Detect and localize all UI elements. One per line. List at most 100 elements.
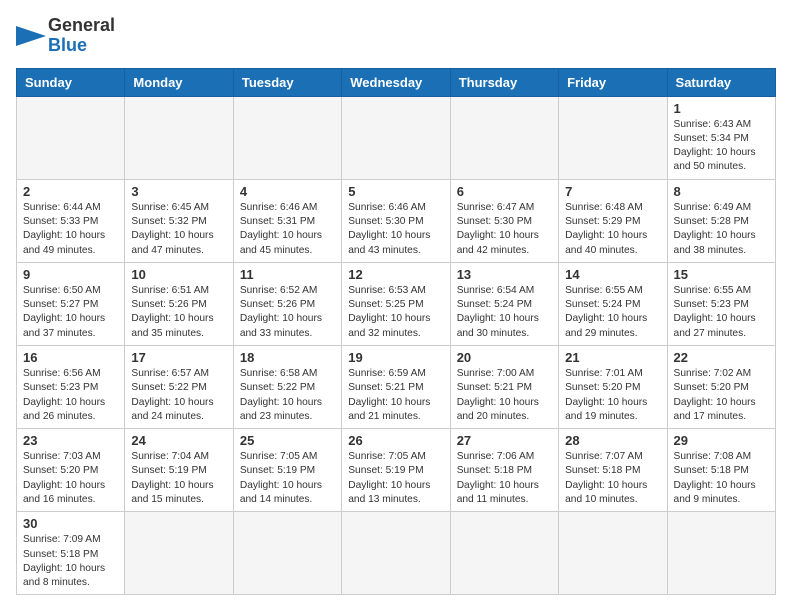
day-number: 18 <box>240 350 335 365</box>
day-info: Sunrise: 6:53 AM Sunset: 5:25 PM Dayligh… <box>348 284 443 341</box>
day-number: 29 <box>674 433 769 448</box>
week-row-2: 2Sunrise: 6:44 AM Sunset: 5:33 PM Daylig… <box>17 179 776 262</box>
day-number: 3 <box>131 184 226 199</box>
weekday-header-friday: Friday <box>559 68 667 96</box>
day-cell: 9 Sunrise: 6:50 AM Sunset: 5:27 PM Daylig… <box>17 262 125 345</box>
day-info: Sunrise: 6:43 AM Sunset: 5:34 PM Dayligh… <box>674 118 769 175</box>
day-number: 14 <box>565 267 660 282</box>
day-number: 5 <box>348 184 443 199</box>
day-info: Sunrise: 6:54 AM Sunset: 5:24 PM Dayligh… <box>457 284 552 341</box>
week-row-1: 1 Sunrise: 6:43 AM Sunset: 5:34 PM Daylig… <box>17 96 776 179</box>
day-cell: 27 Sunrise: 7:06 AM Sunset: 5:18 PM Dayli… <box>450 429 558 512</box>
day-info: Sunrise: 7:07 AM Sunset: 5:18 PM Dayligh… <box>565 450 660 507</box>
weekday-header-monday: Monday <box>125 68 233 96</box>
day-cell: 15Sunrise: 6:55 AM Sunset: 5:23 PM Dayli… <box>667 262 775 345</box>
day-number: 12 <box>348 267 443 282</box>
day-info: Sunrise: 7:06 AM Sunset: 5:18 PM Dayligh… <box>457 450 552 507</box>
day-cell: 11 Sunrise: 6:52 AM Sunset: 5:26 PM Dayli… <box>233 262 341 345</box>
day-cell: 28Sunrise: 7:07 AM Sunset: 5:18 PM Dayli… <box>559 429 667 512</box>
day-cell: 2Sunrise: 6:44 AM Sunset: 5:33 PM Daylig… <box>17 179 125 262</box>
day-cell: 26Sunrise: 7:05 AM Sunset: 5:19 PM Dayli… <box>342 429 450 512</box>
day-info: Sunrise: 6:51 AM Sunset: 5:26 PM Dayligh… <box>131 284 226 341</box>
day-info: Sunrise: 7:08 AM Sunset: 5:18 PM Dayligh… <box>674 450 769 507</box>
day-cell <box>233 96 341 179</box>
day-number: 24 <box>131 433 226 448</box>
day-cell: 14 Sunrise: 6:55 AM Sunset: 5:24 PM Dayli… <box>559 262 667 345</box>
day-cell: 20Sunrise: 7:00 AM Sunset: 5:21 PM Dayli… <box>450 345 558 428</box>
day-cell: 8 Sunrise: 6:49 AM Sunset: 5:28 PM Daylig… <box>667 179 775 262</box>
day-number: 11 <box>240 267 335 282</box>
day-cell: 16Sunrise: 6:56 AM Sunset: 5:23 PM Dayli… <box>17 345 125 428</box>
day-info: Sunrise: 7:02 AM Sunset: 5:20 PM Dayligh… <box>674 367 769 424</box>
day-cell: 19 Sunrise: 6:59 AM Sunset: 5:21 PM Dayli… <box>342 345 450 428</box>
day-info: Sunrise: 6:49 AM Sunset: 5:28 PM Dayligh… <box>674 201 769 258</box>
weekday-header-sunday: Sunday <box>17 68 125 96</box>
day-cell <box>559 512 667 595</box>
day-number: 4 <box>240 184 335 199</box>
week-row-3: 9 Sunrise: 6:50 AM Sunset: 5:27 PM Daylig… <box>17 262 776 345</box>
weekday-header-wednesday: Wednesday <box>342 68 450 96</box>
day-number: 9 <box>23 267 118 282</box>
day-cell <box>559 96 667 179</box>
day-cell: 29 Sunrise: 7:08 AM Sunset: 5:18 PM Dayli… <box>667 429 775 512</box>
day-info: Sunrise: 6:55 AM Sunset: 5:24 PM Dayligh… <box>565 284 660 341</box>
day-number: 23 <box>23 433 118 448</box>
day-cell: 23 Sunrise: 7:03 AM Sunset: 5:20 PM Dayli… <box>17 429 125 512</box>
day-cell: 21 Sunrise: 7:01 AM Sunset: 5:20 PM Dayli… <box>559 345 667 428</box>
day-cell <box>17 96 125 179</box>
day-cell: 25Sunrise: 7:05 AM Sunset: 5:19 PM Dayli… <box>233 429 341 512</box>
day-info: Sunrise: 6:59 AM Sunset: 5:21 PM Dayligh… <box>348 367 443 424</box>
day-cell <box>125 96 233 179</box>
day-number: 19 <box>348 350 443 365</box>
day-number: 22 <box>674 350 769 365</box>
day-cell: 18Sunrise: 6:58 AM Sunset: 5:22 PM Dayli… <box>233 345 341 428</box>
day-cell: 3 Sunrise: 6:45 AM Sunset: 5:32 PM Daylig… <box>125 179 233 262</box>
day-cell <box>233 512 341 595</box>
day-cell: 4 Sunrise: 6:46 AM Sunset: 5:31 PM Daylig… <box>233 179 341 262</box>
day-number: 17 <box>131 350 226 365</box>
day-cell: 13 Sunrise: 6:54 AM Sunset: 5:24 PM Dayli… <box>450 262 558 345</box>
logo: GeneralBlue <box>16 16 115 56</box>
day-number: 1 <box>674 101 769 116</box>
day-cell <box>342 96 450 179</box>
day-number: 26 <box>348 433 443 448</box>
day-info: Sunrise: 6:46 AM Sunset: 5:30 PM Dayligh… <box>348 201 443 258</box>
day-info: Sunrise: 6:46 AM Sunset: 5:31 PM Dayligh… <box>240 201 335 258</box>
weekday-header-thursday: Thursday <box>450 68 558 96</box>
day-number: 27 <box>457 433 552 448</box>
day-info: Sunrise: 6:45 AM Sunset: 5:32 PM Dayligh… <box>131 201 226 258</box>
day-info: Sunrise: 6:50 AM Sunset: 5:27 PM Dayligh… <box>23 284 118 341</box>
day-info: Sunrise: 7:03 AM Sunset: 5:20 PM Dayligh… <box>23 450 118 507</box>
day-number: 7 <box>565 184 660 199</box>
day-cell: 1 Sunrise: 6:43 AM Sunset: 5:34 PM Daylig… <box>667 96 775 179</box>
day-cell <box>667 512 775 595</box>
day-info: Sunrise: 7:01 AM Sunset: 5:20 PM Dayligh… <box>565 367 660 424</box>
day-cell: 30 Sunrise: 7:09 AM Sunset: 5:18 PM Dayli… <box>17 512 125 595</box>
day-cell: 6Sunrise: 6:47 AM Sunset: 5:30 PM Daylig… <box>450 179 558 262</box>
day-info: Sunrise: 6:57 AM Sunset: 5:22 PM Dayligh… <box>131 367 226 424</box>
day-info: Sunrise: 6:56 AM Sunset: 5:23 PM Dayligh… <box>23 367 118 424</box>
day-number: 20 <box>457 350 552 365</box>
day-number: 13 <box>457 267 552 282</box>
week-row-6: 30 Sunrise: 7:09 AM Sunset: 5:18 PM Dayli… <box>17 512 776 595</box>
day-cell <box>450 512 558 595</box>
logo-triangle-icon <box>16 21 46 51</box>
header: GeneralBlue <box>16 16 776 56</box>
day-number: 8 <box>674 184 769 199</box>
day-info: Sunrise: 7:09 AM Sunset: 5:18 PM Dayligh… <box>23 533 118 590</box>
logo-text: GeneralBlue <box>48 16 115 56</box>
weekday-header-row: SundayMondayTuesdayWednesdayThursdayFrid… <box>17 68 776 96</box>
day-cell <box>342 512 450 595</box>
day-cell: 24 Sunrise: 7:04 AM Sunset: 5:19 PM Dayli… <box>125 429 233 512</box>
day-number: 30 <box>23 516 118 531</box>
day-info: Sunrise: 6:55 AM Sunset: 5:23 PM Dayligh… <box>674 284 769 341</box>
day-info: Sunrise: 6:52 AM Sunset: 5:26 PM Dayligh… <box>240 284 335 341</box>
day-info: Sunrise: 7:05 AM Sunset: 5:19 PM Dayligh… <box>240 450 335 507</box>
weekday-header-tuesday: Tuesday <box>233 68 341 96</box>
day-info: Sunrise: 7:04 AM Sunset: 5:19 PM Dayligh… <box>131 450 226 507</box>
day-number: 21 <box>565 350 660 365</box>
day-cell: 22 Sunrise: 7:02 AM Sunset: 5:20 PM Dayli… <box>667 345 775 428</box>
day-number: 6 <box>457 184 552 199</box>
week-row-5: 23 Sunrise: 7:03 AM Sunset: 5:20 PM Dayli… <box>17 429 776 512</box>
day-cell: 5 Sunrise: 6:46 AM Sunset: 5:30 PM Daylig… <box>342 179 450 262</box>
